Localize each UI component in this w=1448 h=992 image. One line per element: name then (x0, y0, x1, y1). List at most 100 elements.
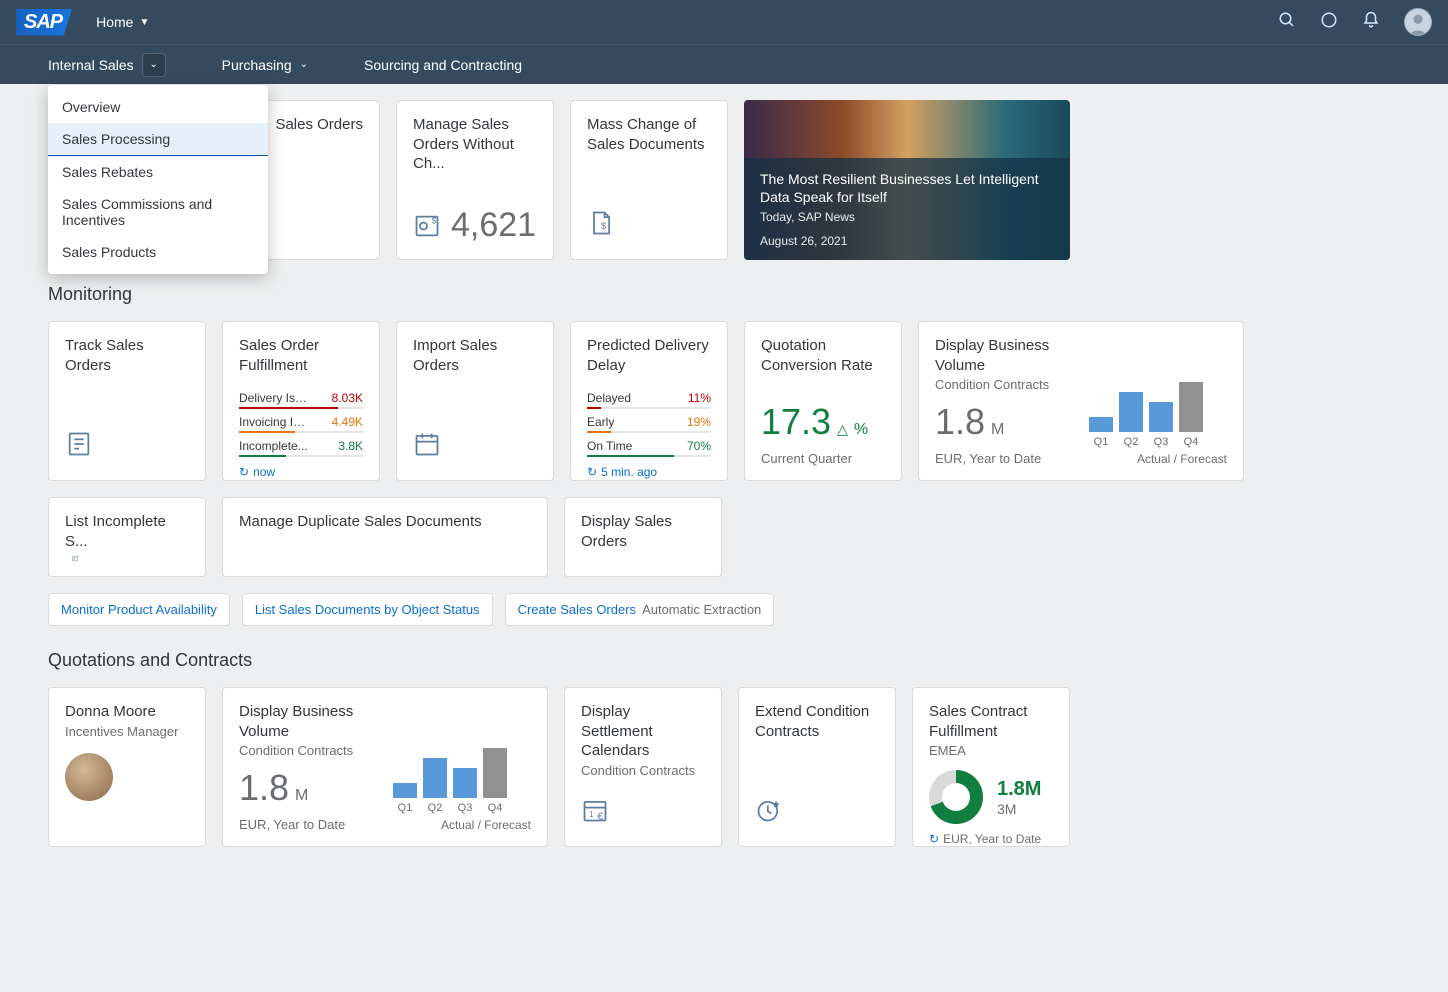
chevron-down-icon[interactable]: ⌄ (142, 53, 166, 77)
user-avatar[interactable] (1404, 8, 1432, 36)
tile-display-sales-orders[interactable]: Display Sales Orders (564, 497, 722, 577)
chevron-down-icon: ▼ (139, 17, 149, 28)
pill-label: List Sales Documents by Object Status (255, 602, 480, 617)
tile-contract-fulfillment[interactable]: Sales Contract Fulfillment EMEA 1.8M 3M … (912, 687, 1070, 847)
link-pills: Monitor Product Availability List Sales … (48, 593, 1400, 626)
pill-label: Monitor Product Availability (61, 602, 217, 617)
refresh-line[interactable]: ↻ 5 min. ago (587, 465, 711, 479)
section-quotations: Quotations and Contracts (48, 650, 1400, 671)
news-title: The Most Resilient Businesses Let Intell… (760, 170, 1054, 206)
svg-text:€: € (597, 810, 603, 822)
kpi-unit: % (854, 421, 868, 439)
subnav-label: Purchasing (222, 57, 292, 73)
tile-sub: Condition Contracts (581, 763, 705, 778)
subnav-internal-sales[interactable]: Internal Sales ⌄ Overview Sales Processi… (48, 53, 166, 77)
tile-title: Display Sales Orders (581, 512, 705, 551)
tile-manage-duplicates[interactable]: Manage Duplicate Sales Documents (222, 497, 548, 577)
person-money-icon: $ (413, 212, 441, 240)
chart-legend: Actual / Forecast (1089, 452, 1227, 466)
footer-text: EUR, Year to Date (943, 832, 1041, 846)
bar-column: Q4 (1179, 382, 1203, 448)
bar-chart: Q1Q2Q3Q4 (393, 760, 531, 814)
tile-mass-change[interactable]: Mass Change of Sales Documents $ (570, 100, 728, 260)
bar-column: Q4 (483, 748, 507, 814)
tile-quotation-conversion[interactable]: Quotation Conversion Rate 17.3 △ % Curre… (744, 321, 902, 481)
tile-person[interactable]: Donna Moore Incentives Manager (48, 687, 206, 847)
svg-text:$: $ (76, 557, 78, 559)
person-name: Donna Moore (65, 702, 189, 722)
copilot-icon[interactable] (1320, 11, 1338, 34)
dropdown-sales-processing[interactable]: Sales Processing (48, 123, 268, 156)
tile-sales-order-fulfillment[interactable]: Sales Order Fulfillment Delivery Iss...8… (222, 321, 380, 481)
harvey-ball: 1.8M 3M (929, 770, 1053, 824)
metrics-list: Delivery Iss...8.03KInvoicing Is...4.49K… (239, 385, 363, 457)
tile-title: Import Sales Orders (413, 336, 537, 375)
tile-footer: EUR, Year to Date (935, 451, 1073, 466)
calendar-import-icon (413, 429, 537, 466)
refresh-icon: ↻ (239, 465, 249, 479)
home-button[interactable]: Home ▼ (96, 14, 149, 30)
metric-row: On Time70% (587, 439, 711, 457)
person-role: Incentives Manager (65, 724, 189, 739)
refresh-icon[interactable]: ↻ (929, 832, 939, 846)
tile-title: Sales Order Fulfillment (239, 336, 363, 375)
trend-up-icon: △ (837, 421, 848, 438)
tile-title: Manage Sales Orders Without Ch... (413, 115, 537, 174)
subnav: Internal Sales ⌄ Overview Sales Processi… (0, 44, 1448, 84)
metric-row: Early19% (587, 415, 711, 433)
subnav-purchasing[interactable]: Purchasing ⌄ (222, 57, 308, 73)
tile-footer: Current Quarter (761, 451, 885, 466)
refresh-line[interactable]: ↻ now (239, 465, 363, 479)
dropdown-menu: Overview Sales Processing Sales Rebates … (48, 85, 268, 274)
news-overlay: The Most Resilient Businesses Let Intell… (744, 158, 1070, 260)
tile-title: Display Settlement Calendars (581, 702, 705, 761)
dropdown-sales-rebates[interactable]: Sales Rebates (48, 156, 268, 188)
tile-title: Quotation Conversion Rate (761, 336, 885, 375)
tile-predicted-delivery-delay[interactable]: Predicted Delivery Delay Delayed11%Early… (570, 321, 728, 481)
notification-icon[interactable] (1362, 11, 1380, 34)
pill-sublabel: Automatic Extraction (642, 602, 761, 617)
dropdown-products[interactable]: Sales Products (48, 236, 268, 268)
pill-monitor-availability[interactable]: Monitor Product Availability (48, 593, 230, 626)
tile-business-volume-2[interactable]: Display Business Volume Condition Contra… (222, 687, 548, 847)
tile-list-incomplete[interactable]: List Incomplete S... $ (48, 497, 206, 577)
tile-extend-condition[interactable]: Extend Condition Contracts (738, 687, 896, 847)
dropdown-overview[interactable]: Overview (48, 91, 268, 123)
tile-footer: ↻ EUR, Year to Date (929, 832, 1053, 846)
pill-list-by-status[interactable]: List Sales Documents by Object Status (242, 593, 493, 626)
bar-column: Q2 (423, 758, 447, 814)
pill-create-sales-orders[interactable]: Create Sales Orders Automatic Extraction (505, 593, 775, 626)
tile-title: Mass Change of Sales Documents (587, 115, 711, 154)
donut-icon (929, 770, 983, 824)
shell-left: SAP Home ▼ (16, 9, 149, 36)
refresh-text: now (253, 465, 275, 479)
dropdown-commissions[interactable]: Sales Commissions and Incentives (48, 188, 268, 236)
metric-row: Delayed11% (587, 391, 711, 409)
person-avatar-icon (65, 753, 113, 801)
tile-kpi: 17.3 △ % (761, 401, 885, 443)
bar-column: Q1 (393, 783, 417, 814)
list-icon (65, 429, 189, 466)
news-tile[interactable]: The Most Resilient Businesses Let Intell… (744, 100, 1070, 260)
chevron-down-icon: ⌄ (300, 59, 308, 70)
sap-logo[interactable]: SAP (16, 9, 72, 36)
tile-manage-without-charge[interactable]: Manage Sales Orders Without Ch... $ 4,62… (396, 100, 554, 260)
kpi-value: 1.8 (935, 401, 985, 443)
search-icon[interactable] (1278, 11, 1296, 34)
tile-settlement-calendars[interactable]: Display Settlement Calendars Condition C… (564, 687, 722, 847)
tile-kpi: 4,621 (451, 206, 536, 245)
home-label: Home (96, 14, 133, 30)
refresh-icon: ↻ (587, 465, 597, 479)
refresh-text: 5 min. ago (601, 465, 657, 479)
harvey-text: 1.8M 3M (997, 778, 1041, 817)
quotations-row: Donna Moore Incentives Manager Display B… (48, 687, 1400, 847)
svg-text:1: 1 (589, 810, 594, 819)
bar-column: Q3 (1149, 402, 1173, 448)
tile-track-sales-orders[interactable]: Track Sales Orders (48, 321, 206, 481)
tile-business-volume[interactable]: Display Business Volume Condition Contra… (918, 321, 1244, 481)
clock-star-icon (755, 795, 879, 832)
tile-title: List Incomplete S... (65, 512, 189, 551)
tile-import-sales-orders[interactable]: Import Sales Orders (396, 321, 554, 481)
subnav-sourcing[interactable]: Sourcing and Contracting (364, 57, 522, 73)
tile-title: Display Business Volume (935, 336, 1073, 375)
